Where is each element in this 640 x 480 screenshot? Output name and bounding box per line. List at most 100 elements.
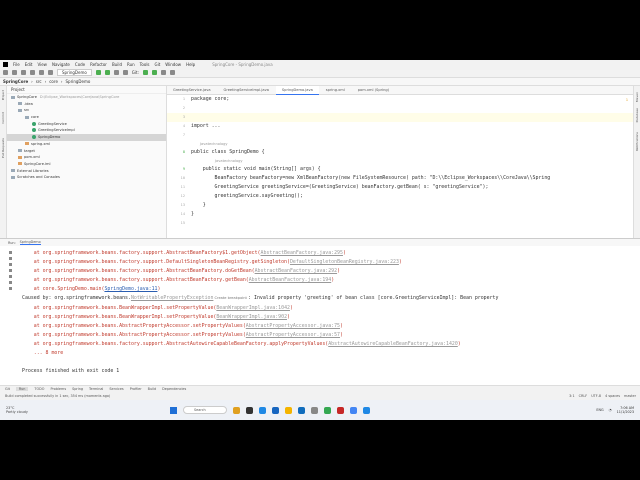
encoding[interactable]: UTF-8 — [591, 394, 601, 398]
tree-item[interactable]: pom.xml — [7, 154, 166, 161]
stacktrace-link[interactable]: AbstractBeanFactory.java:295 — [261, 250, 343, 256]
create-breakpoint-link[interactable]: Create breakpoint — [213, 296, 248, 300]
tool-tab-profiler[interactable]: Profiler — [130, 387, 142, 391]
pin-icon[interactable] — [9, 287, 12, 290]
run-icon[interactable] — [95, 70, 101, 75]
taskbar-app-icon[interactable] — [233, 406, 240, 414]
tool-tab-services[interactable]: Services — [109, 387, 123, 391]
taskbar-app-icon[interactable] — [298, 406, 305, 414]
tree-item[interactable]: .idea — [7, 101, 166, 108]
run-config-select[interactable]: SpringDemo — [57, 69, 92, 76]
tool-tab-problems[interactable]: Problems — [50, 387, 66, 391]
save-icon[interactable] — [12, 70, 17, 75]
taskbar-app-icon[interactable] — [311, 406, 318, 414]
author-hint[interactable]: Javatechnology — [167, 157, 640, 165]
maven-tool-button[interactable]: Maven — [635, 92, 639, 102]
tree-item[interactable]: SpringCore.iml — [7, 161, 166, 168]
wifi-icon[interactable]: ◔ — [609, 408, 612, 412]
breadcrumb-item[interactable]: src — [36, 79, 42, 84]
breadcrumb-item[interactable]: SpringCore — [3, 79, 28, 84]
git-commit-icon[interactable] — [151, 70, 157, 75]
status-message[interactable]: Build completed successfully in 1 sec, 3… — [5, 394, 110, 398]
sync-icon[interactable] — [21, 70, 26, 75]
taskbar-app-icon[interactable] — [259, 406, 266, 414]
taskbar-app-icon[interactable] — [285, 406, 292, 414]
coverage-icon[interactable] — [113, 70, 119, 75]
taskbar-app-icon[interactable] — [363, 406, 370, 414]
menu-build[interactable]: Build — [112, 62, 122, 67]
menu-help[interactable]: Help — [186, 62, 195, 67]
stop-icon[interactable] — [122, 70, 128, 75]
stacktrace-link[interactable]: BeanWrapperImpl.java:1042 — [216, 305, 290, 311]
taskbar-app-icon[interactable] — [272, 406, 279, 414]
tree-item[interactable]: SpringDemo — [7, 134, 166, 141]
back-icon[interactable] — [30, 70, 35, 75]
menu-tools[interactable]: Tools — [140, 62, 150, 67]
taskbar-app-icon[interactable] — [350, 406, 357, 414]
stacktrace-link[interactable]: DefaultSingletonBeanRegistry.java:223 — [290, 259, 399, 265]
taskbar-app-icon[interactable] — [324, 406, 331, 414]
tree-item[interactable]: Scratches and Consoles — [7, 174, 166, 181]
stacktrace-link[interactable]: AbstractPropertyAccessor.java:57 — [246, 332, 340, 338]
tree-item[interactable]: GreetingService — [7, 121, 166, 128]
trash-icon[interactable] — [9, 281, 12, 284]
menu-code[interactable]: Code — [75, 62, 85, 67]
git-update-icon[interactable] — [142, 70, 148, 75]
commit-tool-button[interactable]: Commit — [1, 112, 5, 124]
indent-setting[interactable]: 4 spaces — [605, 394, 620, 398]
menu-edit[interactable]: Edit — [25, 62, 33, 67]
tree-item[interactable]: GreetingServiceImpl — [7, 127, 166, 134]
editor-tab[interactable]: pom.xml (Spring) — [352, 86, 395, 95]
menu-window[interactable]: Window — [165, 62, 181, 67]
taskbar-search[interactable]: Search — [183, 406, 227, 414]
tool-tab-spring[interactable]: Spring — [72, 387, 83, 391]
pull-requests-tool-button[interactable]: Pull Requests — [1, 138, 5, 158]
line-separator[interactable]: CRLF — [579, 394, 588, 398]
editor-tab[interactable]: GreetingServiceImpl.java — [218, 86, 275, 95]
project-tool-button[interactable]: Project — [1, 90, 5, 100]
run-tab[interactable]: SpringDemo — [19, 240, 41, 245]
stacktrace-link[interactable]: AbstractBeanFactory.java:194 — [249, 277, 331, 283]
author-hint[interactable]: Javatechnology — [167, 140, 640, 148]
tree-item[interactable]: core — [7, 114, 166, 121]
rerun-icon[interactable] — [9, 251, 12, 254]
git-branch[interactable]: master — [624, 394, 636, 398]
taskbar-app-icon[interactable] — [246, 406, 253, 414]
debug-icon[interactable] — [104, 70, 110, 75]
tree-item[interactable]: spring.xml — [7, 141, 166, 148]
editor-tab[interactable]: SpringDemo.java — [275, 85, 319, 95]
stacktrace-link[interactable]: NotWritablePropertyException — [131, 295, 213, 301]
menu-view[interactable]: View — [37, 62, 47, 67]
undo-icon[interactable] — [169, 70, 175, 75]
stop-icon[interactable] — [9, 263, 12, 266]
clock[interactable]: 7:06 AM 11/1/2023 — [617, 406, 634, 415]
open-icon[interactable] — [3, 70, 8, 75]
tree-item[interactable]: SpringCore D:\Eclipse_Workspaces\CoreJava… — [7, 94, 166, 101]
tool-tab-terminal[interactable]: Terminal — [89, 387, 103, 391]
stacktrace-link[interactable]: BeanWrapperImpl.java:902 — [216, 314, 287, 320]
forward-icon[interactable] — [39, 70, 44, 75]
editor-tab[interactable]: GreetingService.java — [167, 86, 217, 95]
editor-tab[interactable]: spring.xml — [320, 86, 351, 95]
breadcrumb-item[interactable]: SpringDemo — [66, 79, 91, 84]
stacktrace-link[interactable]: AbstractPropertyAccessor.java:75 — [246, 323, 340, 329]
git-history-icon[interactable] — [160, 70, 166, 75]
notifications-tool-button[interactable]: Notifications — [635, 132, 639, 151]
scroll-up-icon[interactable] — [9, 257, 12, 260]
database-tool-button[interactable]: Database — [635, 108, 639, 122]
menu-run[interactable]: Run — [127, 62, 135, 67]
menu-git[interactable]: Git — [155, 62, 161, 67]
tool-tab-git[interactable]: Git — [5, 387, 10, 391]
stacktrace-link[interactable]: SpringDemo.java:11 — [104, 286, 157, 292]
caret-position[interactable]: 3:1 — [569, 394, 574, 398]
tool-tab-run[interactable]: Run — [15, 387, 29, 391]
warning-count[interactable]: 1 — [626, 98, 628, 102]
weather-widget[interactable]: 23°C Partly cloudy — [0, 406, 150, 414]
menu-file[interactable]: File — [13, 62, 20, 67]
tool-tab-dependencies[interactable]: Dependencies — [162, 387, 186, 391]
windows-start-icon[interactable] — [170, 406, 177, 414]
editor[interactable]: GreetingService.java GreetingServiceImpl.… — [167, 85, 640, 238]
soft-wrap-icon[interactable] — [9, 269, 12, 272]
console-output[interactable]: at org.springframework.beans.factory.sup… — [22, 246, 640, 385]
tree-item[interactable]: src — [7, 107, 166, 114]
